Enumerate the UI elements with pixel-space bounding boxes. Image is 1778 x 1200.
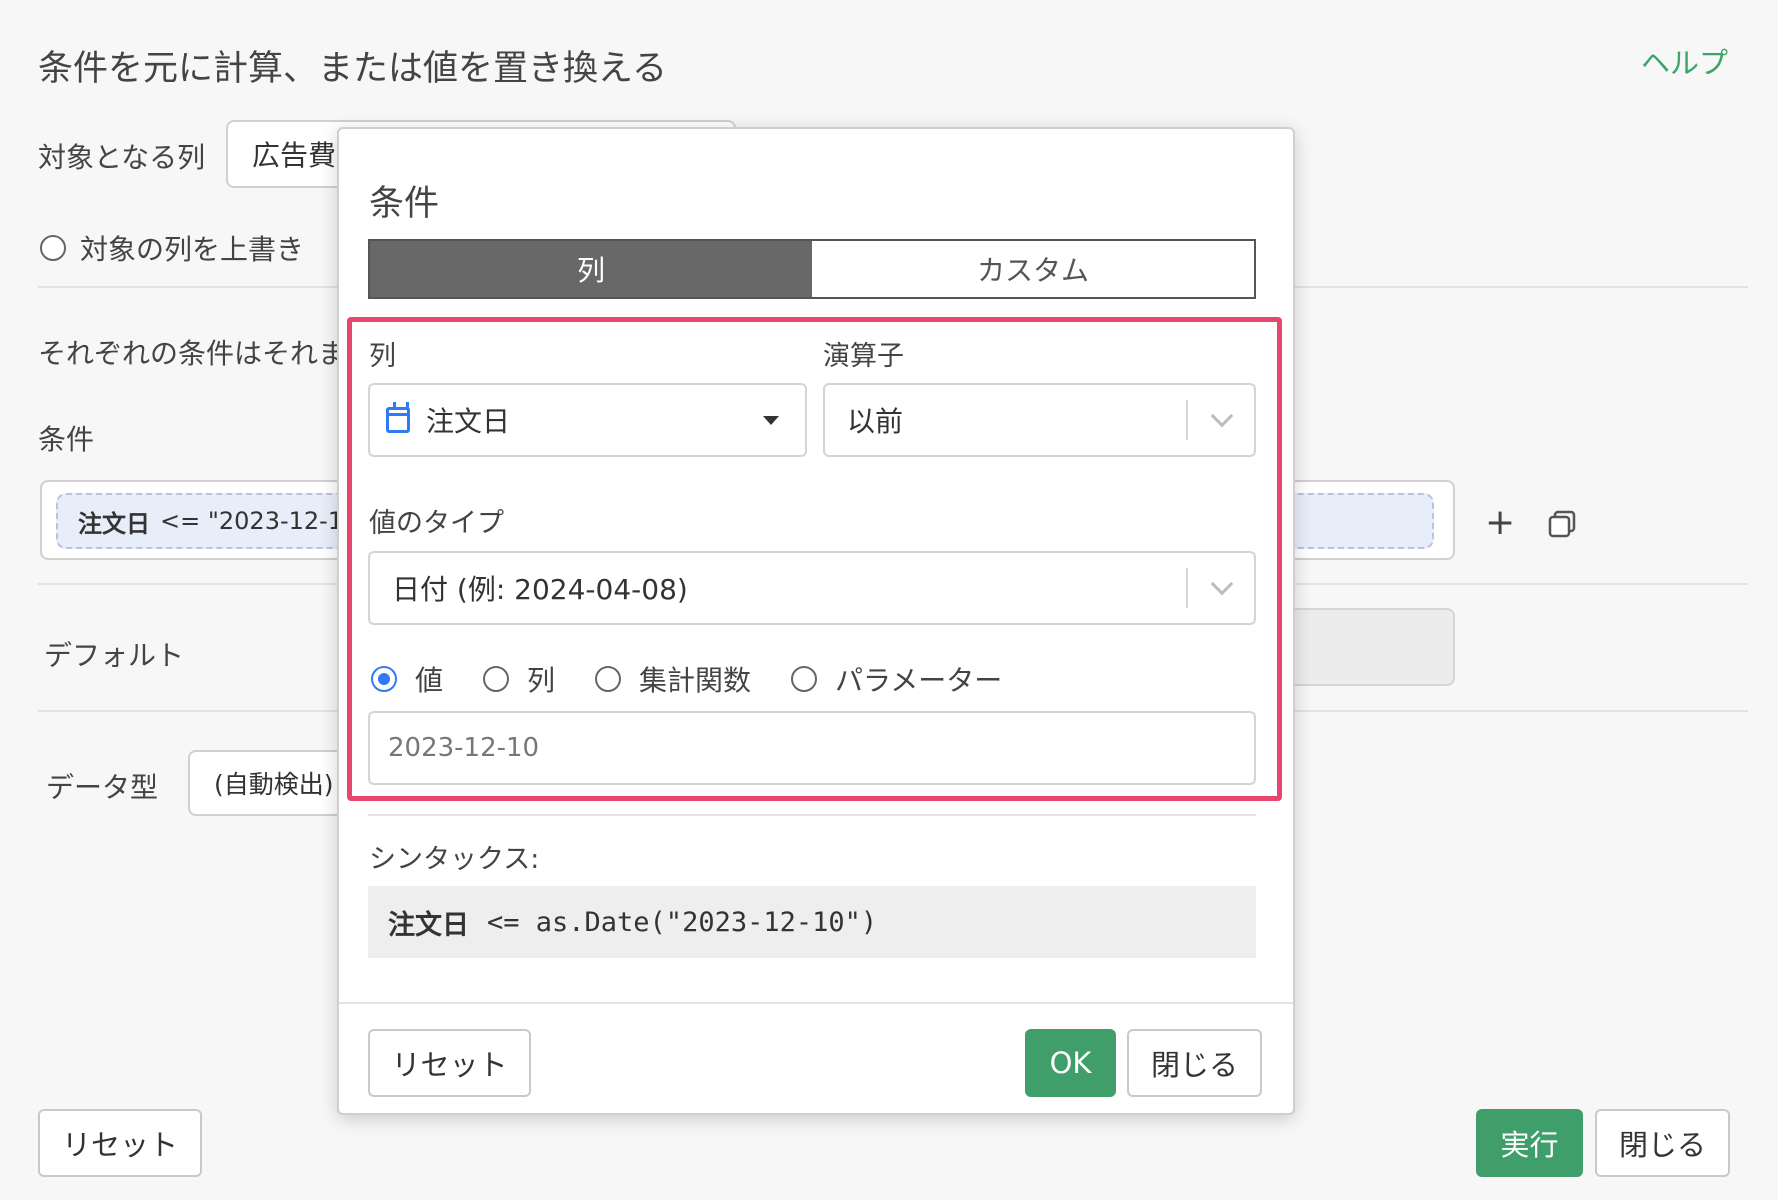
- chevron-down-icon: [1210, 404, 1234, 428]
- radio-parameter-label: パラメーター: [835, 664, 1003, 697]
- calendar-icon: [386, 402, 410, 433]
- value-type-select-value: 日付 (例: 2024-04-08): [392, 573, 688, 606]
- overwrite-label: 対象の列を上書き: [80, 233, 305, 266]
- page-title: 条件を元に計算、または値を置き換える: [38, 49, 667, 89]
- column-select-value: 注文日: [426, 405, 511, 438]
- syntax-column: 注文日: [388, 909, 469, 941]
- tab-custom[interactable]: カスタム: [812, 241, 1254, 297]
- column-select[interactable]: 注文日: [368, 383, 807, 457]
- operator-select[interactable]: 以前: [823, 383, 1256, 457]
- close-button[interactable]: 閉じる: [1595, 1109, 1730, 1177]
- default-label: デフォルト: [44, 639, 185, 672]
- help-link[interactable]: ヘルプ: [1641, 40, 1728, 82]
- select-separator: [1186, 568, 1188, 608]
- radio-parameter[interactable]: [791, 666, 818, 692]
- overwrite-option[interactable]: 対象の列を上書き: [40, 228, 304, 268]
- copy-icon[interactable]: [1548, 510, 1576, 538]
- reset-button[interactable]: リセット: [38, 1109, 202, 1177]
- description-text: それぞれの条件はそれま: [38, 337, 347, 370]
- operator-label: 演算子: [823, 341, 904, 372]
- modal-title: 条件: [369, 184, 440, 224]
- divider: [339, 1002, 1293, 1004]
- radio-column-label: 列: [527, 664, 556, 697]
- radio-option-aggregate[interactable]: 集計関数: [595, 659, 751, 699]
- syntax-label: シンタックス:: [369, 844, 540, 875]
- add-condition-icon[interactable]: +: [1485, 502, 1515, 543]
- operator-select-value: 以前: [847, 405, 904, 438]
- target-column-label: 対象となる列: [38, 141, 206, 174]
- modal-close-button[interactable]: 閉じる: [1127, 1029, 1262, 1097]
- column-label: 列: [369, 341, 396, 372]
- radio-option-value[interactable]: 値: [371, 659, 443, 699]
- radio-value-label: 値: [415, 664, 444, 697]
- radio-option-parameter[interactable]: パラメーター: [791, 659, 1002, 699]
- chevron-down-icon: [1210, 572, 1234, 596]
- value-input-text: 2023-12-10: [388, 733, 540, 763]
- radio-value[interactable]: [371, 666, 397, 692]
- value-type-select[interactable]: 日付 (例: 2024-04-08): [368, 551, 1256, 625]
- radio-aggregate[interactable]: [595, 666, 622, 692]
- value-input[interactable]: 2023-12-10: [368, 711, 1256, 785]
- radio-column[interactable]: [483, 666, 510, 692]
- dropdown-caret-icon: [763, 415, 779, 425]
- modal-reset-button[interactable]: リセット: [368, 1029, 531, 1097]
- data-type-label: データ型: [46, 771, 159, 804]
- tab-column[interactable]: 列: [370, 241, 812, 297]
- condition-modal: 条件 列 カスタム 列 注文日 演算子 以前 値のタイプ 日付 (例: 2024…: [337, 127, 1295, 1115]
- data-type-value: (自動検出): [214, 770, 334, 799]
- value-source-radio-group: 値 列 集計関数 パラメーター: [371, 659, 1042, 699]
- radio-aggregate-label: 集計関数: [639, 664, 752, 697]
- overwrite-radio[interactable]: [40, 235, 66, 261]
- divider: [368, 814, 1256, 816]
- select-separator: [1186, 400, 1188, 440]
- target-column-value: 広告費: [252, 139, 337, 172]
- radio-option-column[interactable]: 列: [483, 659, 555, 699]
- value-type-label: 値のタイプ: [369, 508, 504, 539]
- syntax-expression: <= as.Date("2023-12-10"): [487, 906, 878, 938]
- tab-bar: 列 カスタム: [368, 239, 1256, 299]
- conditions-label: 条件: [38, 423, 95, 456]
- run-button[interactable]: 実行: [1476, 1109, 1583, 1177]
- syntax-preview: 注文日 <= as.Date("2023-12-10"): [368, 886, 1256, 958]
- ok-button[interactable]: OK: [1025, 1029, 1116, 1097]
- condition-chip-column: 注文日: [78, 509, 150, 538]
